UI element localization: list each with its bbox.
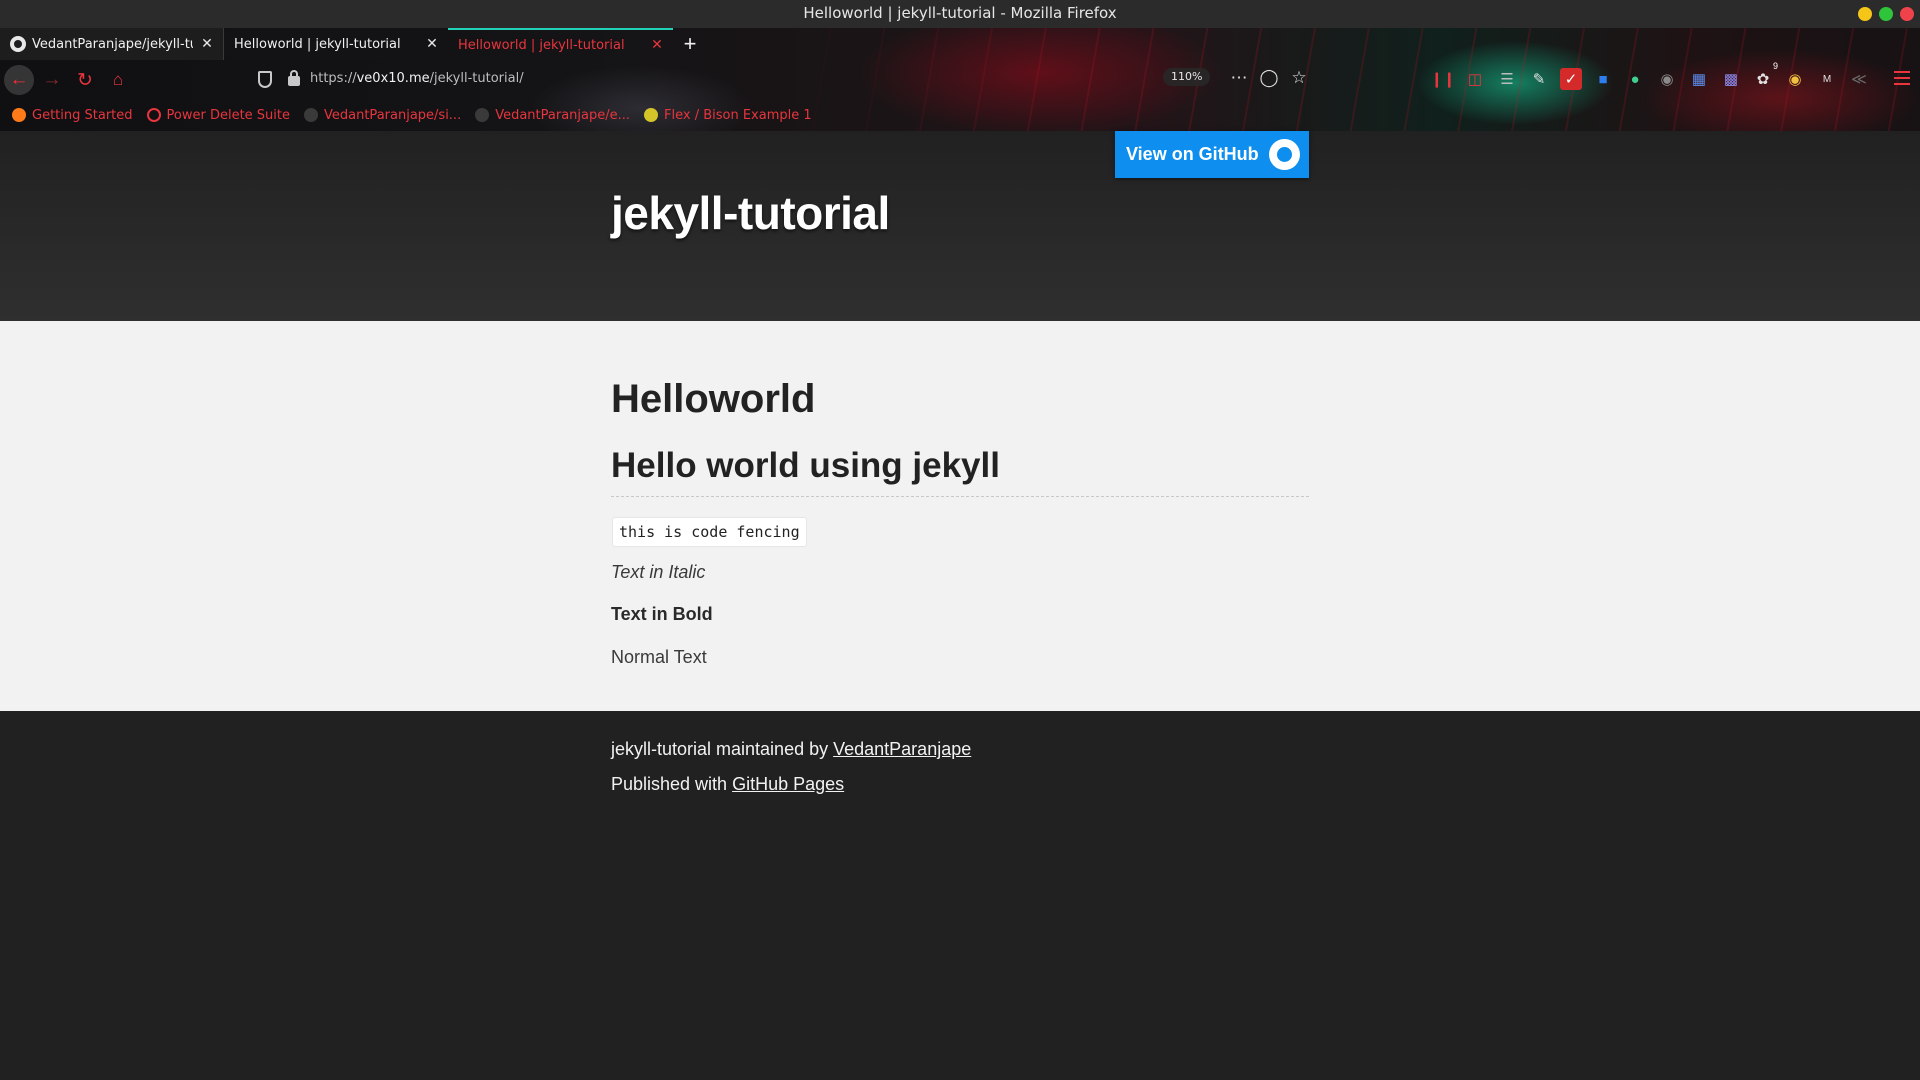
published-line: Published with GitHub Pages xyxy=(611,774,844,795)
bookmark-label: VedantParanjape/si... xyxy=(324,107,462,123)
tab-helloworld[interactable]: Helloworld | jekyll-tutorial ✕ xyxy=(223,28,448,60)
site-header: View on GitHub jekyll-tutorial xyxy=(0,131,1920,321)
tab-label: Helloworld | jekyll-tutorial xyxy=(234,36,401,52)
browser-chrome: VedantParanjape/jekyll-tutorial ✕ Hellow… xyxy=(0,28,1920,131)
close-tab-icon[interactable]: ✕ xyxy=(424,36,440,52)
bookmark-flex-bison[interactable]: Flex / Bison Example 1 xyxy=(644,108,812,123)
site-footer: jekyll-tutorial maintained by VedantPara… xyxy=(0,711,1920,1080)
tab-github-repo[interactable]: VedantParanjape/jekyll-tutorial ✕ xyxy=(0,28,223,60)
tabs-overview-icon[interactable]: ☰ xyxy=(1496,68,1518,90)
overflow-extension-icon[interactable]: ≪ xyxy=(1848,68,1870,90)
normal-text: Normal Text xyxy=(611,647,707,667)
url-scheme: https:// xyxy=(310,71,357,86)
privacy-extension-icon[interactable]: ◉ xyxy=(1656,68,1678,90)
extension-badge: 9 xyxy=(1772,61,1778,71)
window-title: Helloworld | jekyll-tutorial - Mozilla F… xyxy=(803,4,1117,22)
window-titlebar: Helloworld | jekyll-tutorial - Mozilla F… xyxy=(0,0,1920,28)
maintainer-line: jekyll-tutorial maintained by VedantPara… xyxy=(611,739,971,760)
sync-extension-icon[interactable]: ● xyxy=(1624,68,1646,90)
view-on-github-label: View on GitHub xyxy=(1126,144,1259,164)
bookmarks-toolbar: Getting Started Power Delete Suite Vedan… xyxy=(0,102,1920,128)
main-content: Helloworld Hello world using jekyll this… xyxy=(0,321,1920,711)
web-page: View on GitHub jekyll-tutorial Helloworl… xyxy=(0,131,1920,1080)
pocket-icon[interactable]: ◯ xyxy=(1256,65,1282,91)
page-actions: ⋯ ◯ ☆ xyxy=(1226,65,1312,91)
navigation-toolbar: ← → ↻ ⌂ https://ve0x10.me/jekyll-tutoria… xyxy=(0,61,1920,99)
page-actions-menu-icon[interactable]: ⋯ xyxy=(1226,65,1252,91)
github-icon xyxy=(304,108,318,122)
translate-icon[interactable]: ▦ xyxy=(1688,68,1710,90)
new-tab-button[interactable]: + xyxy=(673,28,707,60)
github-icon xyxy=(10,36,26,52)
sidebar-icon[interactable]: ◫ xyxy=(1464,68,1486,90)
back-button[interactable]: ← xyxy=(4,65,34,95)
bookmark-star-icon[interactable]: ☆ xyxy=(1286,65,1312,91)
mail-extension-icon[interactable]: M xyxy=(1816,68,1838,90)
bookmark-label: VedantParanjape/e... xyxy=(495,107,631,123)
heading-divider xyxy=(611,496,1309,497)
close-tab-icon[interactable]: ✕ xyxy=(199,36,215,52)
bookmark-label: Flex / Bison Example 1 xyxy=(664,107,812,123)
screenshot-icon[interactable]: ✎ xyxy=(1528,68,1550,90)
bookmark-getting-started[interactable]: Getting Started xyxy=(12,108,133,123)
tab-helloworld-active[interactable]: Helloworld | jekyll-tutorial ✕ xyxy=(448,28,673,60)
reload-button[interactable]: ↻ xyxy=(70,65,100,95)
globe-icon xyxy=(146,108,161,122)
lock-icon[interactable] xyxy=(288,70,300,86)
tab-strip: VedantParanjape/jekyll-tutorial ✕ Hellow… xyxy=(0,28,720,60)
italic-text: Text in Italic xyxy=(611,562,706,582)
github-pages-link[interactable]: GitHub Pages xyxy=(732,774,844,794)
github-icon xyxy=(1269,139,1300,170)
url-host: ve0x10.me xyxy=(356,71,430,86)
home-button[interactable]: ⌂ xyxy=(103,65,133,95)
library-icon[interactable]: ❙❙ xyxy=(1430,68,1455,90)
github-icon xyxy=(475,108,490,122)
minimize-button[interactable] xyxy=(1858,7,1872,21)
view-on-github-button[interactable]: View on GitHub xyxy=(1115,131,1309,178)
password-manager-icon[interactable]: ■ xyxy=(1592,68,1614,90)
forward-button[interactable]: → xyxy=(37,65,67,95)
bookmark-vedant-si[interactable]: VedantParanjape/si... xyxy=(304,108,461,123)
url-text[interactable]: https://ve0x10.me/jekyll-tutorial/ xyxy=(310,71,524,86)
bookmark-vedant-e[interactable]: VedantParanjape/e... xyxy=(475,108,630,123)
section-heading: Hello world using jekyll xyxy=(611,446,1000,485)
tracking-protection-icon[interactable] xyxy=(258,71,272,88)
url-path: /jekyll-tutorial/ xyxy=(429,71,524,86)
maximize-button[interactable] xyxy=(1879,7,1893,21)
notes-extension-icon[interactable]: ▩ xyxy=(1720,68,1742,90)
bookmark-power-delete-suite[interactable]: Power Delete Suite xyxy=(146,107,290,123)
bold-text: Text in Bold xyxy=(611,604,713,624)
bookmark-label: Power Delete Suite xyxy=(166,107,290,123)
star-icon xyxy=(644,108,659,122)
maintainer-prefix: jekyll-tutorial maintained by xyxy=(611,739,834,759)
page-heading: Helloworld xyxy=(611,377,816,421)
extension-toolbar: ❙❙ ◫ ☰ ✎ ✓ ■ ● ◉ ▦ ▩ ✿ 9 ◉ M ≪ xyxy=(1430,61,1870,90)
project-title: jekyll-tutorial xyxy=(611,187,890,239)
close-tab-icon[interactable]: ✕ xyxy=(649,37,665,53)
addon-with-badge-icon[interactable]: ✿ 9 xyxy=(1752,61,1778,90)
menu-icon[interactable] xyxy=(1894,71,1910,85)
zoom-indicator[interactable]: 110% xyxy=(1163,68,1211,86)
close-window-button[interactable] xyxy=(1900,7,1914,21)
code-snippet: this is code fencing xyxy=(612,517,807,547)
firefox-icon xyxy=(12,108,26,122)
maintainer-link[interactable]: VedantParanjape xyxy=(833,739,971,759)
tab-label: Helloworld | jekyll-tutorial xyxy=(458,37,625,53)
window-controls xyxy=(1858,7,1914,21)
published-prefix: Published with xyxy=(611,774,733,794)
pdf-extension-icon[interactable]: ✓ xyxy=(1560,68,1582,90)
firefox-window: Helloworld | jekyll-tutorial - Mozilla F… xyxy=(0,0,1920,1080)
bookmark-label: Getting Started xyxy=(32,107,133,123)
tab-label: VedantParanjape/jekyll-tutorial xyxy=(32,36,193,52)
vpn-extension-icon[interactable]: ◉ xyxy=(1784,68,1806,90)
address-bar[interactable]: https://ve0x10.me/jekyll-tutorial/ xyxy=(254,66,1309,94)
